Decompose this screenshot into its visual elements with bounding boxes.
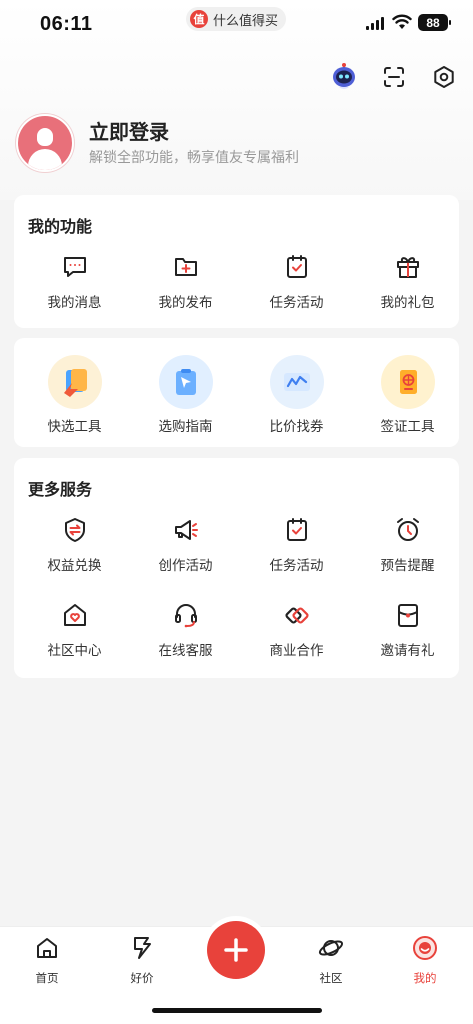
- publish-folder-icon: [172, 253, 200, 281]
- visa-tool-button[interactable]: 签证工具: [352, 355, 463, 435]
- status-bar: 06:11 值 什么值得买 88: [0, 0, 473, 46]
- wifi-icon: [392, 14, 412, 35]
- buying-guide-icon: [158, 355, 213, 409]
- creation-activity-button[interactable]: 创作活动: [130, 516, 241, 574]
- creation-activity-label: 创作活动: [158, 558, 213, 573]
- task-activity-service-label: 任务活动: [269, 558, 324, 573]
- app-name: 什么值得买: [213, 12, 279, 28]
- planet-icon: [318, 935, 344, 966]
- my-functions-title: 我的功能: [28, 219, 93, 236]
- tools-card: 快选工具 选购指南 比价找券 签证工具: [14, 338, 459, 447]
- visa-tool-label: 签证工具: [380, 419, 435, 434]
- benefit-exchange-label: 权益兑换: [47, 558, 102, 573]
- my-functions-card: 我的功能 我的消息 我的发布 任务活动 我的礼包: [14, 195, 459, 328]
- my-messages-label: 我的消息: [47, 295, 102, 310]
- my-gift-button[interactable]: 我的礼包: [352, 253, 463, 311]
- headset-icon: [172, 601, 200, 629]
- community-home-icon: [61, 601, 89, 629]
- business-cooperation-button[interactable]: 商业合作: [241, 601, 352, 659]
- reminder-button[interactable]: 预告提醒: [352, 516, 463, 574]
- alarm-clock-icon: [394, 516, 422, 544]
- my-messages-button[interactable]: 我的消息: [19, 253, 130, 311]
- quick-pick-icon: [47, 355, 102, 409]
- task-activity-label: 任务活动: [269, 295, 324, 310]
- invite-envelope-icon: [394, 601, 422, 629]
- quick-pick-label: 快选工具: [47, 419, 102, 434]
- tab-mine[interactable]: 我的: [395, 935, 455, 986]
- my-publish-label: 我的发布: [158, 295, 213, 310]
- community-center-label: 社区中心: [47, 643, 102, 658]
- app-logo-icon: 值: [190, 10, 208, 28]
- reminder-label: 预告提醒: [380, 558, 435, 573]
- home-icon: [34, 935, 60, 966]
- more-services-title: 更多服务: [28, 482, 93, 499]
- exchange-shield-icon: [61, 516, 89, 544]
- gift-icon: [394, 253, 422, 281]
- tab-deals-label: 好价: [130, 973, 154, 985]
- community-center-button[interactable]: 社区中心: [19, 601, 130, 659]
- passport-icon: [380, 355, 435, 409]
- task-clipboard-icon: [283, 253, 311, 281]
- buying-guide-button[interactable]: 选购指南: [130, 355, 241, 435]
- scan-icon[interactable]: [379, 62, 409, 92]
- header-actions: [329, 62, 459, 92]
- quick-pick-tool-button[interactable]: 快选工具: [19, 355, 130, 435]
- task-activity-service-button[interactable]: 任务活动: [241, 516, 352, 574]
- tab-home-label: 首页: [35, 973, 59, 985]
- login-title[interactable]: 立即登录: [89, 116, 169, 145]
- tab-deals[interactable]: 好价: [112, 935, 172, 986]
- profile-face-icon: [412, 935, 438, 966]
- message-icon: [61, 253, 89, 281]
- login-profile-section[interactable]: 立即登录 解锁全部功能，畅享值友专属福利: [14, 112, 459, 176]
- business-cooperation-label: 商业合作: [269, 643, 324, 658]
- invite-gift-label: 邀请有礼: [380, 643, 435, 658]
- tab-community-label: 社区: [319, 973, 343, 985]
- cellular-signal-icon: [366, 17, 384, 30]
- price-compare-icon: [269, 355, 324, 409]
- avatar[interactable]: [16, 114, 74, 172]
- post-add-button[interactable]: [207, 921, 265, 979]
- battery-indicator: 88: [418, 14, 451, 31]
- online-service-label: 在线客服: [158, 643, 213, 658]
- benefit-exchange-button[interactable]: 权益兑换: [19, 516, 130, 574]
- tab-community[interactable]: 社区: [301, 935, 361, 986]
- online-service-button[interactable]: 在线客服: [130, 601, 241, 659]
- task-activity-button[interactable]: 任务活动: [241, 253, 352, 311]
- more-services-card: 更多服务 权益兑换 创作活动 任务活动 预告提醒 社区中心 在线客服 商业合作 …: [14, 458, 459, 678]
- deal-icon: [129, 935, 155, 966]
- home-indicator: [152, 1008, 322, 1013]
- post-add-icon: [224, 938, 248, 962]
- robot-assistant-icon[interactable]: [329, 62, 359, 92]
- my-gift-label: 我的礼包: [380, 295, 435, 310]
- login-subtitle: 解锁全部功能，畅享值友专属福利: [89, 149, 299, 165]
- tab-mine-label: 我的: [413, 973, 437, 985]
- handshake-icon: [283, 601, 311, 629]
- megaphone-icon: [172, 516, 200, 544]
- app-back-pill[interactable]: 值 什么值得买: [186, 7, 287, 31]
- task-clipboard-icon: [283, 516, 311, 544]
- price-compare-label: 比价找券: [269, 419, 324, 434]
- status-time: 06:11: [40, 13, 93, 35]
- invite-gift-button[interactable]: 邀请有礼: [352, 601, 463, 659]
- buying-guide-label: 选购指南: [158, 419, 213, 434]
- price-compare-button[interactable]: 比价找券: [241, 355, 352, 435]
- settings-icon[interactable]: [429, 62, 459, 92]
- my-publish-button[interactable]: 我的发布: [130, 253, 241, 311]
- tab-home[interactable]: 首页: [17, 935, 77, 986]
